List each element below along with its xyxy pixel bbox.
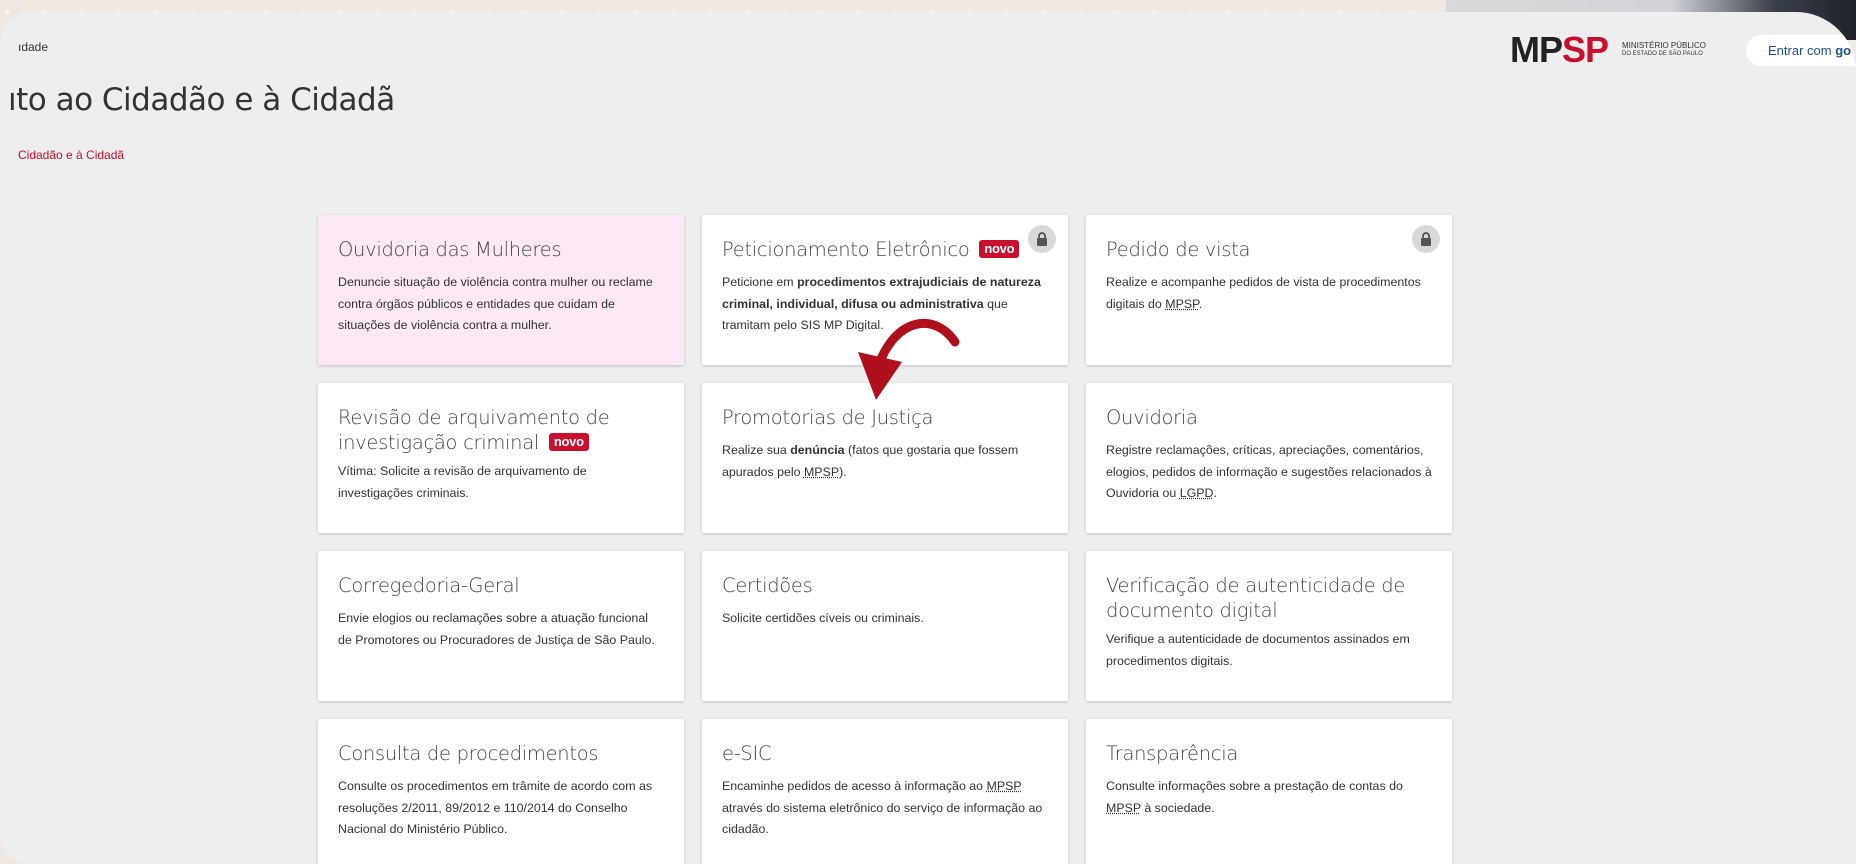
new-badge: novo: [548, 433, 589, 451]
abbr-lgpd: LGPD: [1179, 486, 1214, 500]
card-description: Peticione em procedimentos extrajudiciai…: [722, 272, 1048, 337]
card-description: Denuncie situação de violência contra mu…: [338, 275, 653, 332]
card-title: Ouvidoria: [1106, 406, 1198, 429]
mpsp-logo[interactable]: MP SP: [1509, 29, 1609, 70]
logo-subtitle: MINISTÉRIO PÚBLICO DO ESTADO DE SÃO PAUL…: [1622, 41, 1722, 59]
card-title-line2: investigação criminal: [338, 431, 539, 454]
desc-part: Peticione em: [722, 275, 798, 289]
desc-part: Encaminhe pedidos de acesso à informação…: [722, 779, 987, 793]
desc-part: através do sistema eletrônico do serviço…: [722, 800, 1043, 837]
logo-mp-text: MP: [1509, 29, 1563, 70]
card-description: Verifique a autenticidade de documentos …: [1106, 632, 1410, 668]
card-description: Consulte informações sobre a prestação d…: [1106, 776, 1432, 819]
services-grid: Ouvidoria das Mulheres Denuncie situação…: [318, 215, 1452, 864]
card-ouvidoria-mulheres[interactable]: Ouvidoria das Mulheres Denuncie situação…: [318, 215, 684, 365]
logo-line1: MINISTÉRIO PÚBLICO: [1622, 41, 1707, 50]
desc-part: ).: [839, 464, 847, 479]
lock-icon: [1412, 225, 1440, 253]
card-promotorias-de-justica[interactable]: Promotorias de Justiça Realize sua denún…: [702, 383, 1068, 533]
page-title: ıto ao Cidadão e à Cidadã: [8, 82, 395, 118]
card-title: Verificação de autenticidade de document…: [1106, 574, 1406, 622]
desc-part: .: [1198, 296, 1203, 311]
card-title: Transparência: [1106, 742, 1238, 765]
card-title: Consulta de procedimentos: [338, 742, 599, 765]
desc-part: Realize sua: [722, 443, 791, 457]
logo-line2: DO ESTADO DE SÃO PAULO: [1622, 51, 1703, 57]
abbr-mpsp: MPSP: [1165, 296, 1199, 311]
card-description: Realize sua denúncia (fatos que gostaria…: [722, 440, 1048, 483]
card-verificacao-autenticidade[interactable]: Verificação de autenticidade de document…: [1086, 551, 1452, 701]
card-description: Envie elogios ou reclamações sobre a atu…: [338, 611, 655, 647]
card-title: Ouvidoria das Mulheres: [338, 238, 562, 261]
desc-bold: denúncia: [790, 443, 845, 457]
abbr-mpsp: MPSP: [803, 464, 840, 479]
desc-part: à sociedade.: [1140, 800, 1215, 815]
card-revisao-arquivamento[interactable]: Revisão de arquivamento de investigação c…: [318, 383, 684, 533]
lock-icon: [1028, 225, 1056, 253]
card-e-sic[interactable]: e-SIC Encaminhe pedidos de acesso à info…: [702, 719, 1068, 864]
card-title: Peticionamento Eletrônico novo: [722, 237, 1048, 262]
new-badge: novo: [979, 240, 1020, 258]
card-pedido-de-vista[interactable]: Pedido de vista Realize e acompanhe pedi…: [1086, 215, 1452, 365]
card-title-line1: Revisão de arquivamento de: [338, 406, 610, 429]
abbr-mpsp: MPSP: [1106, 800, 1141, 815]
card-description: Realize e acompanhe pedidos de vista de …: [1106, 272, 1432, 315]
breadcrumb-current: Cidadão e à Cidadã: [18, 148, 125, 162]
desc-part: .: [1213, 486, 1217, 500]
header-right: MP SP MINISTÉRIO PÚBLICO DO ESTADO DE SÃO…: [1510, 32, 1856, 68]
card-certidoes[interactable]: Certidões Solicite certidões cíveis ou c…: [702, 551, 1068, 701]
card-title: Revisão de arquivamento de investigação c…: [338, 405, 664, 455]
card-title-text: Peticionamento Eletrônico: [722, 238, 970, 261]
desc-part: Consulte informações sobre a prestação d…: [1106, 779, 1403, 793]
browser-screen: ıdade ıto ao Cidadão e à Cidadã Cidadão …: [0, 12, 1856, 864]
breadcrumb[interactable]: ıdade: [18, 40, 48, 54]
desc-part: Realize e acompanhe pedidos de vista de …: [1106, 275, 1421, 311]
card-title: e-SIC: [722, 742, 772, 765]
card-description: Solicite certidões cíveis ou criminais.: [722, 611, 924, 625]
login-gov-button[interactable]: Entrar com go: [1746, 34, 1856, 66]
card-title: Corregedoria-Geral: [338, 574, 520, 597]
card-description: Encaminhe pedidos de acesso à informação…: [722, 776, 1048, 841]
card-description: Consulte os procedimentos em trâmite de …: [338, 779, 653, 836]
card-transparencia[interactable]: Transparência Consulte informações sobre…: [1086, 719, 1452, 864]
card-title: Promotorias de Justiça: [722, 406, 934, 429]
login-label: Entrar com: [1768, 42, 1836, 58]
card-ouvidoria[interactable]: Ouvidoria Registre reclamações, críticas…: [1086, 383, 1452, 533]
card-title: Certidões: [722, 574, 813, 597]
card-consulta-procedimentos[interactable]: Consulta de procedimentos Consulte os pr…: [318, 719, 684, 864]
card-description: Registre reclamações, críticas, apreciaç…: [1106, 440, 1432, 505]
card-peticionamento-eletronico[interactable]: Peticionamento Eletrônico novo Peticione…: [702, 215, 1068, 365]
login-label-bold: go: [1835, 42, 1852, 58]
card-corregedoria-geral[interactable]: Corregedoria-Geral Envie elogios ou recl…: [318, 551, 684, 701]
abbr-mpsp: MPSP: [986, 779, 1022, 793]
card-description: Vítima: Solicite a revisão de arquivamen…: [338, 464, 587, 500]
logo-sp-text: SP: [1561, 29, 1609, 70]
desc-part: Registre reclamações, críticas, apreciaç…: [1106, 443, 1432, 500]
card-title: Pedido de vista: [1106, 238, 1251, 261]
